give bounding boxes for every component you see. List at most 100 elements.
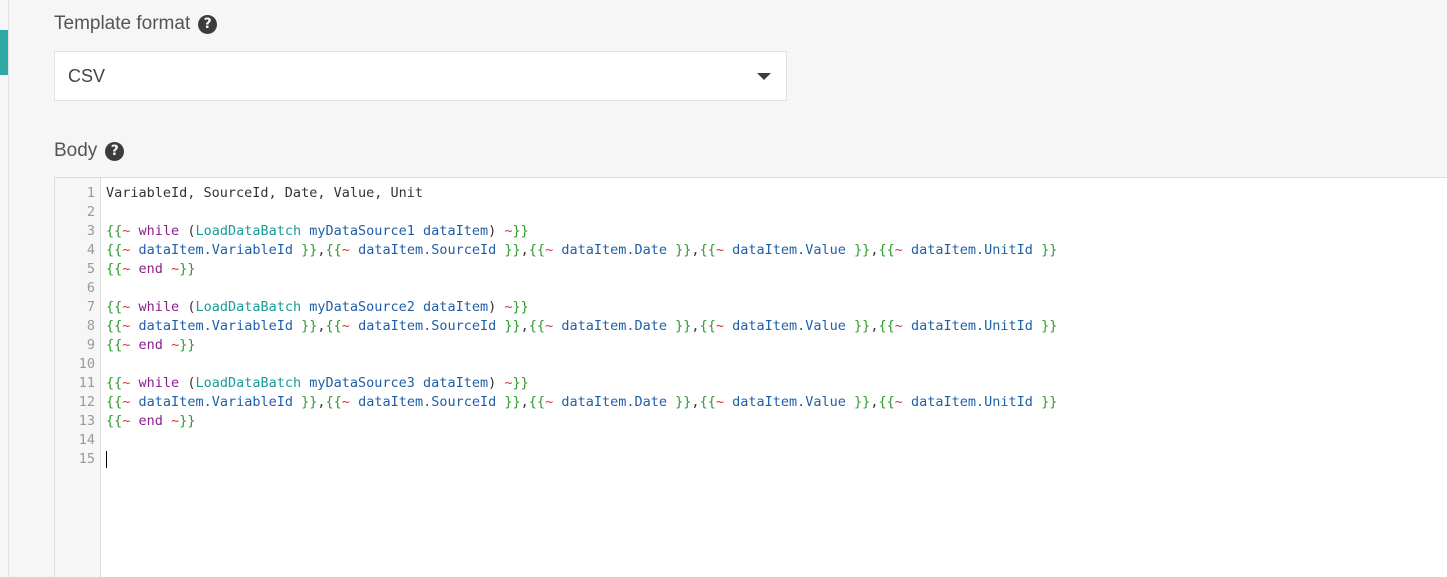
code-token: ~ bbox=[171, 413, 180, 429]
code-token: }} bbox=[179, 261, 196, 277]
code-token: {{ bbox=[325, 242, 342, 258]
code-token: , bbox=[317, 242, 326, 258]
code-line[interactable]: {{~ dataItem.VariableId }},{{~ dataItem.… bbox=[106, 317, 1447, 336]
code-token: , bbox=[520, 318, 529, 334]
line-number: 15 bbox=[78, 451, 95, 467]
code-token: }} bbox=[675, 242, 692, 258]
template-format-label: Template format bbox=[54, 13, 191, 34]
line-number: 10 bbox=[78, 356, 95, 372]
code-token: ~ bbox=[715, 394, 724, 410]
code-token: dataItem.SourceId bbox=[358, 242, 497, 258]
body-code-editor[interactable]: 1 2 3 4 5 6 7 8 9 10 11 12 13 14 15 VariableId, Source… bbox=[54, 177, 1447, 577]
code-token: }} bbox=[512, 375, 529, 391]
code-token: }} bbox=[504, 318, 521, 334]
code-token: {{ bbox=[699, 318, 716, 334]
line-number: 3 bbox=[86, 223, 95, 239]
body-label: Body bbox=[54, 140, 98, 161]
code-token: dataItem.Value bbox=[732, 394, 846, 410]
code-token: {{ bbox=[106, 242, 123, 258]
line-number: 9 bbox=[86, 337, 95, 353]
code-token: , bbox=[317, 394, 326, 410]
code-token: ~ bbox=[545, 242, 554, 258]
line-number: 4 bbox=[86, 242, 95, 258]
code-token: {{ bbox=[106, 318, 123, 334]
code-token: }} bbox=[675, 318, 692, 334]
code-token: }} bbox=[512, 223, 529, 239]
code-line[interactable] bbox=[106, 279, 1447, 298]
code-token: }} bbox=[504, 394, 521, 410]
code-token: {{ bbox=[325, 318, 342, 334]
template-format-label-row: Template format ? bbox=[54, 13, 218, 35]
code-token: dataItem.Date bbox=[561, 318, 668, 334]
code-token: {{ bbox=[106, 337, 123, 353]
code-token: dataItem.VariableId bbox=[138, 318, 293, 334]
line-number: 14 bbox=[78, 432, 95, 448]
code-token: {{ bbox=[878, 318, 895, 334]
code-token: , bbox=[317, 318, 326, 334]
code-line[interactable]: {{~ dataItem.VariableId }},{{~ dataItem.… bbox=[106, 393, 1447, 412]
code-token: }} bbox=[1041, 318, 1058, 334]
active-section-indicator bbox=[0, 30, 8, 75]
code-line[interactable]: {{~ end ~}} bbox=[106, 260, 1447, 279]
code-line[interactable]: {{~ while (LoadDataBatch myDataSource2 d… bbox=[106, 298, 1447, 317]
code-token: , bbox=[691, 318, 700, 334]
code-token: dataItem.Value bbox=[732, 318, 846, 334]
code-token: ~ bbox=[715, 242, 724, 258]
code-token: }} bbox=[301, 394, 318, 410]
code-token: dataItem.Date bbox=[561, 242, 668, 258]
code-token: {{ bbox=[106, 223, 123, 239]
code-token: ~ bbox=[341, 318, 350, 334]
code-token: dataItem.Date bbox=[561, 394, 668, 410]
code-token: LoadDataBatch bbox=[195, 223, 302, 239]
code-token: }} bbox=[854, 318, 871, 334]
line-number: 12 bbox=[78, 394, 95, 410]
body-label-row: Body ? bbox=[54, 140, 125, 162]
code-line[interactable] bbox=[106, 203, 1447, 222]
code-area[interactable]: VariableId, SourceId, Date, Value, Unit {… bbox=[101, 178, 1447, 577]
code-line[interactable]: {{~ while (LoadDataBatch myDataSource3 d… bbox=[106, 374, 1447, 393]
code-token: ) bbox=[488, 299, 497, 315]
code-token: ~ bbox=[171, 261, 180, 277]
code-line[interactable]: {{~ end ~}} bbox=[106, 336, 1447, 355]
code-token: }} bbox=[512, 299, 529, 315]
line-number: 11 bbox=[78, 375, 95, 391]
template-format-select[interactable]: CSV bbox=[54, 51, 787, 101]
code-line[interactable] bbox=[106, 431, 1447, 450]
code-line[interactable] bbox=[106, 355, 1447, 374]
code-token: while bbox=[138, 223, 180, 239]
question-circle-icon[interactable]: ? bbox=[105, 141, 125, 161]
code-token: }} bbox=[1041, 242, 1058, 258]
code-line[interactable]: VariableId, SourceId, Date, Value, Unit bbox=[106, 184, 1447, 203]
question-circle-icon[interactable]: ? bbox=[198, 14, 218, 34]
code-token: while bbox=[138, 375, 180, 391]
code-line[interactable] bbox=[106, 450, 1447, 469]
code-token: {{ bbox=[106, 413, 123, 429]
code-token: }} bbox=[854, 394, 871, 410]
code-line[interactable]: {{~ dataItem.VariableId }},{{~ dataItem.… bbox=[106, 241, 1447, 260]
code-token: , bbox=[520, 242, 529, 258]
code-line[interactable]: {{~ end ~}} bbox=[106, 412, 1447, 431]
line-number: 1 bbox=[86, 185, 95, 201]
code-line[interactable]: {{~ while (LoadDataBatch myDataSource1 d… bbox=[106, 222, 1447, 241]
text-cursor bbox=[106, 450, 107, 468]
code-token: }} bbox=[179, 413, 196, 429]
code-token: }} bbox=[504, 242, 521, 258]
caret-down-icon bbox=[757, 72, 771, 80]
code-token: {{ bbox=[878, 242, 895, 258]
